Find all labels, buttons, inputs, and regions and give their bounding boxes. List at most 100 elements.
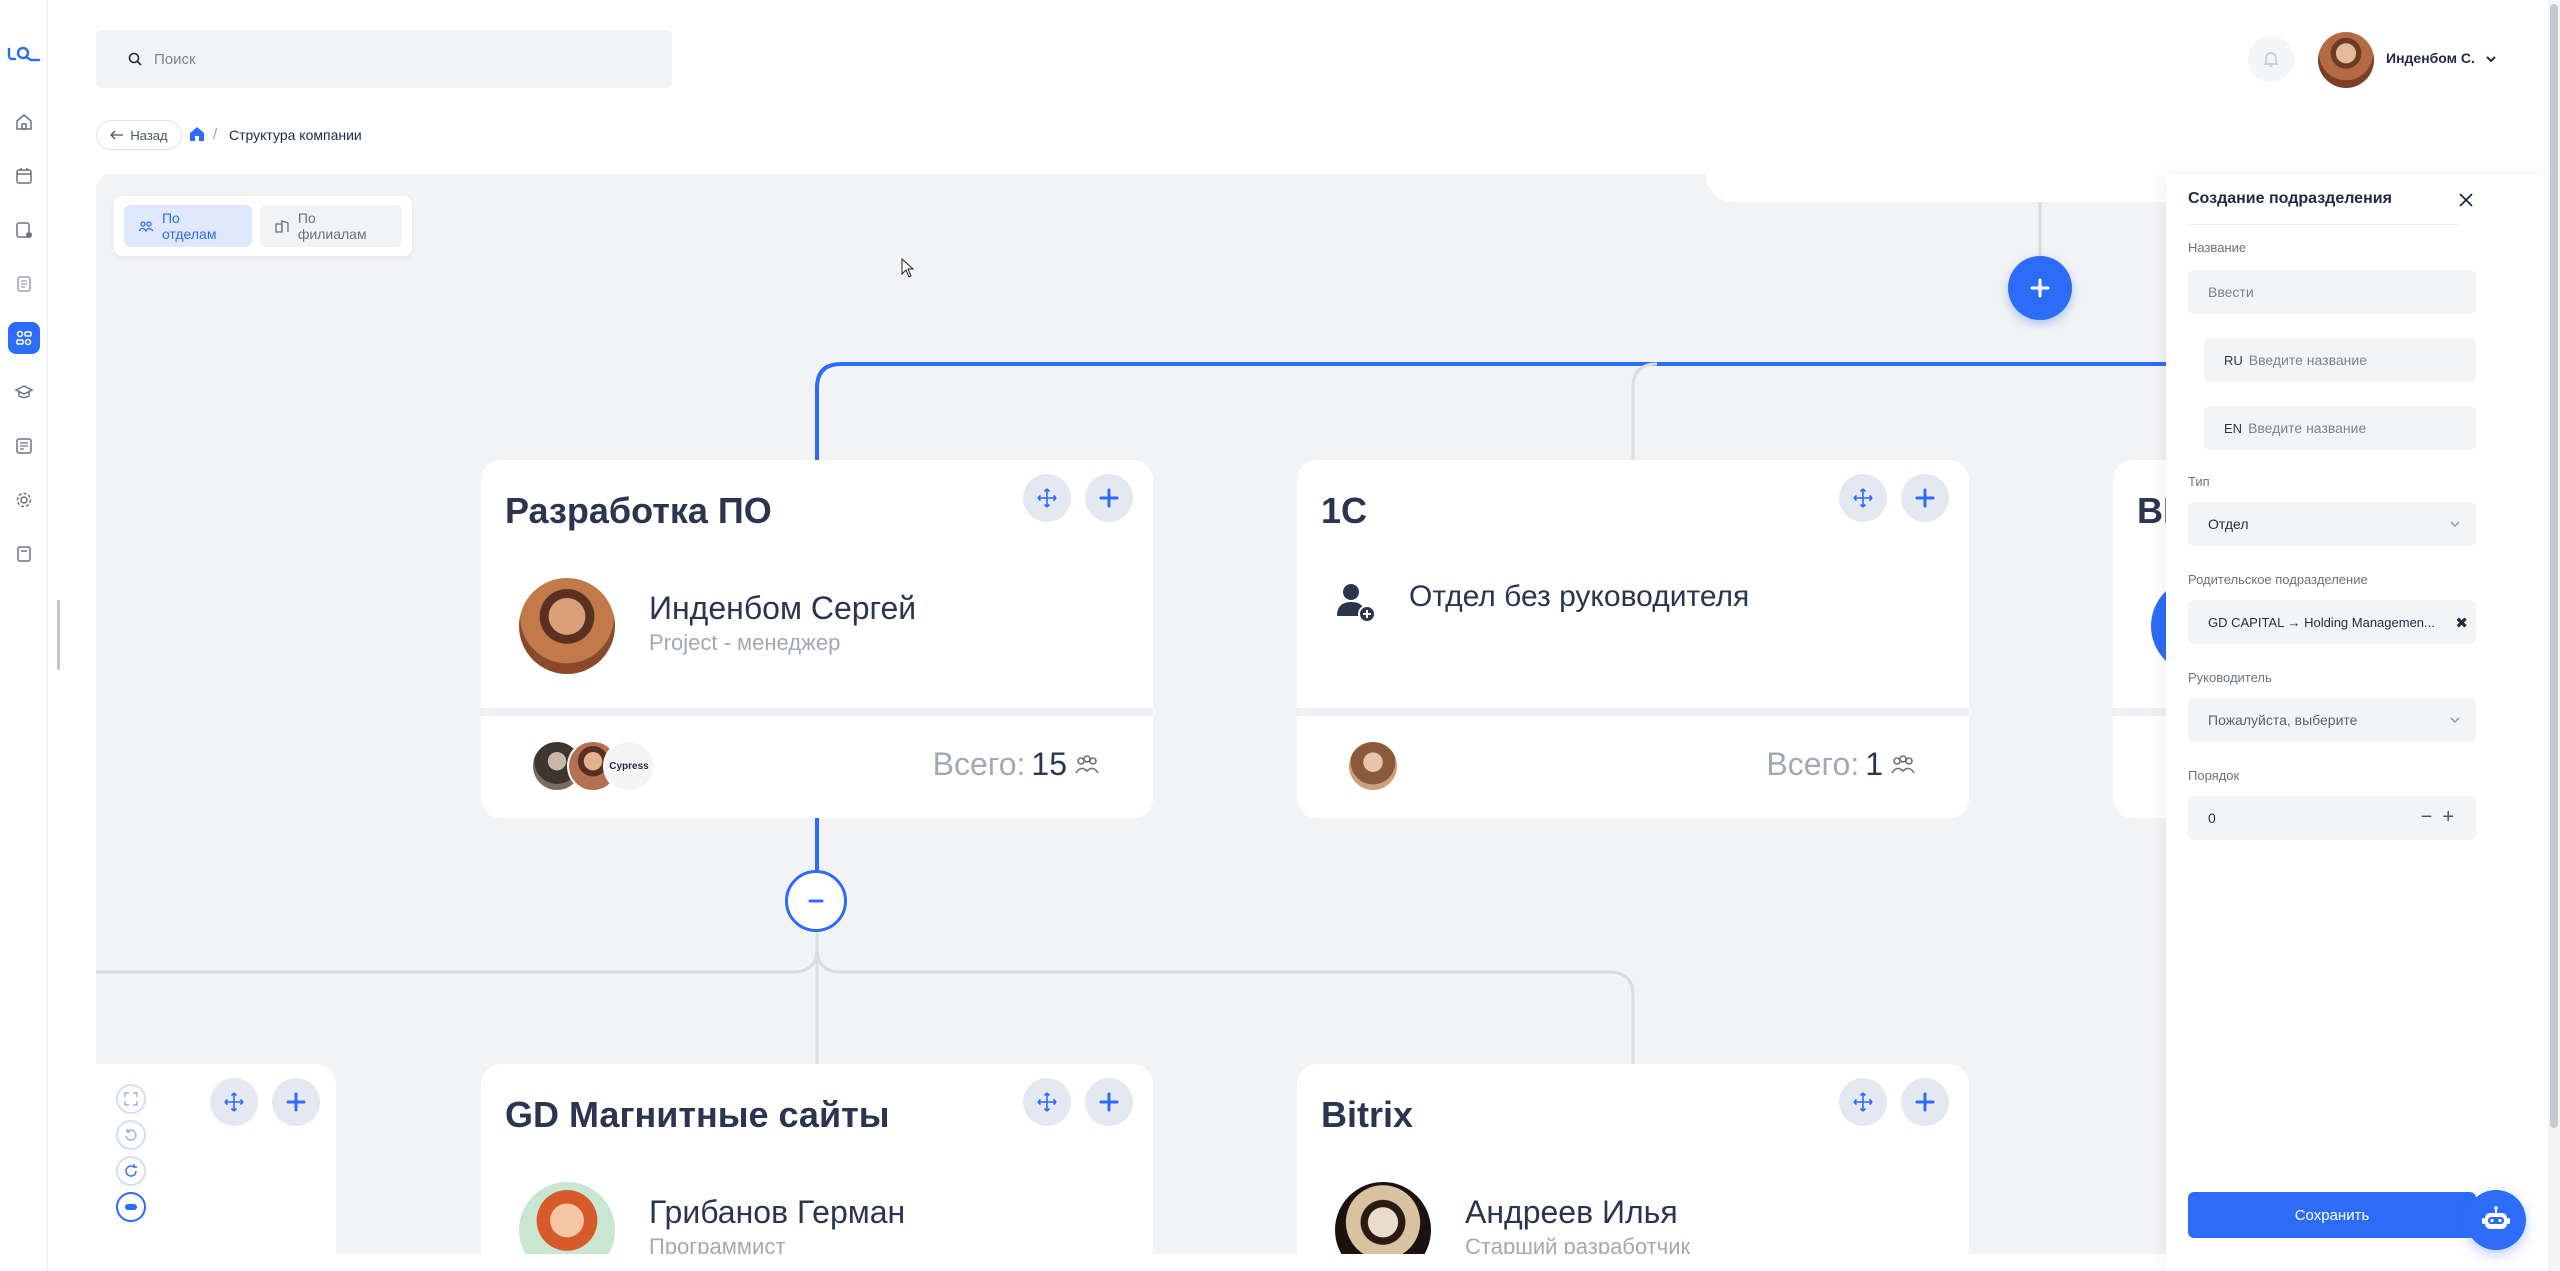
no-manager-label: Отдел без руководителя (1409, 580, 1750, 613)
name-input[interactable] (2208, 284, 2456, 300)
user-name[interactable]: Инденбом С. (2386, 50, 2475, 66)
chevron-down-icon[interactable] (2484, 52, 2498, 66)
rail-resize-handle[interactable] (57, 600, 60, 670)
department-card[interactable]: Разработка ПО Инденбом Сергей Project - … (481, 460, 1153, 818)
add-subdivision-button[interactable] (1085, 474, 1133, 522)
manager-select[interactable]: Пожалуйста, выберите (2188, 698, 2476, 742)
department-title: GD Магнитные сайты (505, 1094, 890, 1135)
move-button[interactable] (1023, 1078, 1071, 1126)
name-ru-field[interactable]: RU (2204, 338, 2476, 382)
name-en-field[interactable]: EN (2204, 406, 2476, 450)
department-title: BI (2137, 490, 2166, 531)
team-icon (1075, 754, 1099, 773)
save-button[interactable]: Сохранить (2188, 1192, 2476, 1238)
manager-name[interactable]: Инденбом Сергей (649, 590, 916, 627)
member-avatars[interactable] (1347, 740, 1399, 792)
add-subdivision-button[interactable] (1901, 474, 1949, 522)
type-select[interactable]: Отдел (2188, 502, 2476, 546)
name-ru-input[interactable] (2248, 352, 2456, 368)
add-user-icon[interactable] (1331, 578, 1379, 626)
building-icon (275, 220, 289, 233)
nav-calendar[interactable] (8, 160, 40, 192)
order-stepper[interactable]: 0 − + (2188, 796, 2476, 840)
move-button[interactable] (1023, 474, 1071, 522)
member-total: Всего: 1 (1766, 746, 1917, 783)
avatar[interactable] (2151, 578, 2166, 674)
nav-book[interactable] (8, 538, 40, 570)
manager-name[interactable]: Грибанов Герман (649, 1194, 905, 1231)
tab-by-departments[interactable]: По отделам (124, 205, 252, 247)
department-title: Разработка ПО (505, 490, 772, 531)
refresh-icon (125, 1164, 137, 1177)
department-card[interactable]: 1С Отдел без руководителя Всего: 1 (1297, 460, 1969, 818)
breadcrumb-current: Структура компании (229, 127, 362, 143)
back-label: Назад (130, 127, 168, 143)
name-label: Название (2188, 240, 2247, 255)
manager-name[interactable]: Андреев Илья (1465, 1194, 1678, 1231)
avatar[interactable] (1335, 1182, 1431, 1254)
arrow-left-icon (110, 130, 124, 140)
tab-label: По отделам (161, 210, 217, 242)
add-subdivision-button[interactable] (272, 1078, 320, 1126)
structure-icon (16, 330, 32, 346)
search-bar[interactable] (96, 30, 672, 88)
panel-title: Создание подразделения (2188, 190, 2392, 207)
move-button[interactable] (1839, 474, 1887, 522)
add-subdivision-button[interactable] (1901, 1078, 1949, 1126)
manager-role: Программист (649, 1234, 786, 1254)
lang-prefix-en: EN (2224, 420, 2243, 436)
collapse-button[interactable] (785, 870, 847, 932)
search-input[interactable] (154, 50, 634, 68)
zoom-out-button[interactable] (116, 1192, 146, 1222)
nav-structure[interactable] (8, 322, 40, 354)
nav-documents[interactable] (8, 268, 40, 300)
fullscreen-button[interactable] (116, 1084, 146, 1114)
back-button[interactable]: Назад (96, 120, 182, 150)
add-root-child-button[interactable] (2008, 256, 2072, 320)
nav-tasks[interactable] (8, 214, 40, 246)
avatar (1347, 740, 1399, 792)
minus-icon (808, 899, 824, 903)
add-subdivision-button[interactable] (1085, 1078, 1133, 1126)
tab-by-branches[interactable]: По филиалам (259, 205, 402, 247)
department-card[interactable]: GD Магнитные сайты Грибанов Герман Прогр… (481, 1064, 1153, 1254)
zoom-tools-panel (96, 1064, 336, 1254)
member-avatars[interactable]: Cypress (531, 740, 655, 792)
move-button[interactable] (210, 1078, 258, 1126)
nav-education[interactable] (8, 376, 40, 408)
department-card[interactable]: Bitrix Андреев Илья Старший разработчик (1297, 1064, 1969, 1254)
nav-settings[interactable] (8, 484, 40, 516)
org-chart-canvas[interactable]: По отделам По филиалам Разработка ПО Инд… (96, 174, 2166, 1254)
assistant-bot-button[interactable] (2466, 1190, 2526, 1250)
name-en-input[interactable] (2248, 420, 2456, 436)
page-scrollbar[interactable] (2548, 0, 2560, 1271)
increment-button[interactable]: + (2442, 806, 2454, 829)
notifications-button[interactable] (2248, 36, 2294, 82)
type-value: Отдел (2208, 516, 2249, 532)
nav-reports[interactable] (8, 430, 40, 462)
move-icon (1037, 1092, 1057, 1112)
user-avatar[interactable] (2318, 32, 2374, 88)
department-card[interactable]: BI (2113, 460, 2166, 818)
create-subdivision-panel: Создание подразделения Название RU EN Ти… (2166, 174, 2560, 1271)
nav-home[interactable] (8, 106, 40, 138)
avatar[interactable] (519, 578, 615, 674)
app-logo[interactable] (6, 44, 42, 64)
chevron-down-icon (2450, 521, 2460, 528)
name-field[interactable] (2188, 270, 2476, 314)
team-icon (138, 221, 154, 233)
undo-button[interactable] (116, 1120, 146, 1150)
fullscreen-icon (124, 1092, 138, 1106)
clear-icon[interactable]: ✖ (2455, 614, 2468, 632)
plus-icon (1915, 488, 1935, 508)
close-icon[interactable] (2456, 190, 2476, 210)
cypress-logo: Cypress (609, 760, 649, 772)
avatar[interactable] (519, 1182, 615, 1254)
decrement-button[interactable]: − (2421, 806, 2433, 829)
move-button[interactable] (1839, 1078, 1887, 1126)
parent-select[interactable]: GD CAPITAL → Holding Managemen... ✖ (2188, 600, 2476, 644)
minus-icon (125, 1204, 137, 1210)
home-breadcrumb-icon[interactable] (188, 125, 206, 143)
scrollbar-thumb[interactable] (2550, 4, 2558, 1128)
reset-button[interactable] (116, 1156, 146, 1186)
